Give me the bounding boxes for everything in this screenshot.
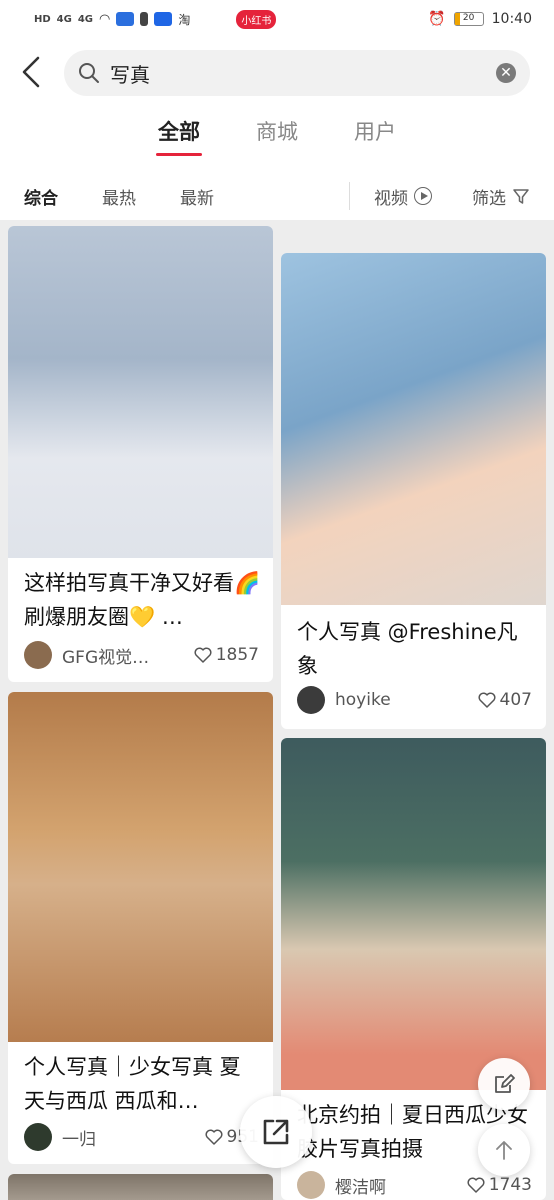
status-bar: HD 4G 4G ◠ 淘 小红书 ⏰ 20 10:40 bbox=[0, 0, 554, 38]
note-image bbox=[8, 1174, 273, 1200]
heart-icon bbox=[467, 1177, 485, 1193]
heart-icon bbox=[205, 1129, 223, 1145]
screen-label: 筛选 bbox=[472, 188, 506, 209]
author-name: 一归 bbox=[62, 1129, 96, 1150]
note-image bbox=[8, 226, 273, 558]
tab-users[interactable]: 用户 bbox=[354, 116, 396, 156]
back-to-top-button[interactable] bbox=[478, 1124, 530, 1176]
author-name: 樱洁啊 bbox=[335, 1177, 386, 1198]
back-button[interactable] bbox=[18, 52, 48, 92]
heart-icon bbox=[478, 692, 496, 708]
note-card[interactable]: 个人写真｜少女写真 夏天与西瓜 西瓜和… 一归 951 bbox=[8, 692, 273, 1164]
like-button[interactable]: 1743 bbox=[467, 1175, 532, 1195]
edit-note-button[interactable] bbox=[478, 1058, 530, 1110]
status-left: HD 4G 4G ◠ 淘 小红书 bbox=[34, 9, 277, 29]
filter-general[interactable]: 综合 bbox=[24, 184, 58, 209]
funnel-icon bbox=[513, 189, 529, 204]
note-title: 个人写真｜少女写真 夏天与西瓜 西瓜和… bbox=[24, 1055, 241, 1113]
heart-icon bbox=[194, 647, 212, 663]
like-button[interactable]: 1857 bbox=[194, 645, 259, 665]
tab-all[interactable]: 全部 bbox=[158, 116, 200, 156]
taobao-icon: 淘 bbox=[178, 12, 191, 27]
screen-filter-button[interactable]: 筛选 bbox=[472, 184, 530, 209]
author-name: GFG视觉… bbox=[62, 647, 150, 668]
like-button[interactable]: 407 bbox=[478, 690, 532, 710]
video-filter-button[interactable]: 视频 bbox=[374, 184, 432, 209]
note-meta: GFG视觉… 1857 bbox=[24, 640, 259, 670]
network-indicator: HD bbox=[34, 13, 51, 25]
note-card[interactable]: 个人写真 @Freshine凡象 hoyike 407 bbox=[281, 253, 546, 729]
avatar bbox=[297, 686, 325, 714]
share-button[interactable] bbox=[240, 1096, 312, 1168]
clock: 10:40 bbox=[491, 11, 532, 27]
search-icon bbox=[79, 63, 99, 83]
signal-2: 4G bbox=[77, 13, 94, 25]
filter-new[interactable]: 最新 bbox=[180, 184, 214, 209]
share-icon bbox=[263, 1119, 289, 1145]
avatar bbox=[24, 1123, 52, 1151]
like-count: 407 bbox=[499, 690, 532, 710]
note-title: 这样拍写真干净又好看🌈刷爆朋友圈💛 … bbox=[24, 571, 261, 629]
play-circle-icon bbox=[414, 187, 432, 205]
note-card[interactable] bbox=[8, 1174, 273, 1200]
note-image bbox=[8, 692, 273, 1042]
search-header: 写真 ✕ 全部 商城 用户 综合 最热 最新 视频 筛选 bbox=[0, 38, 554, 220]
result-tabs: 全部 商城 用户 bbox=[0, 116, 554, 156]
note-meta: 一归 951 bbox=[24, 1122, 259, 1152]
note-image bbox=[281, 253, 546, 605]
note-card[interactable]: 这样拍写真干净又好看🌈刷爆朋友圈💛 … GFG视觉… 1857 bbox=[8, 226, 273, 682]
battery-icon: 20 bbox=[453, 12, 484, 26]
search-query[interactable]: 写真 bbox=[110, 59, 496, 88]
like-count: 1743 bbox=[488, 1175, 532, 1195]
avatar bbox=[297, 1171, 325, 1199]
wifi-icon: ◠ bbox=[99, 11, 111, 27]
status-right: ⏰ 20 10:40 bbox=[428, 11, 532, 27]
app-icon bbox=[154, 12, 173, 26]
author-name: hoyike bbox=[335, 690, 391, 710]
clear-icon[interactable]: ✕ bbox=[496, 63, 516, 83]
app-icon bbox=[140, 12, 149, 26]
divider bbox=[349, 182, 350, 210]
search-input[interactable]: 写真 ✕ bbox=[64, 50, 530, 96]
note-meta: hoyike 407 bbox=[297, 685, 532, 715]
edit-icon bbox=[495, 1074, 515, 1093]
arrow-up-icon bbox=[496, 1141, 512, 1160]
app-badge: 小红书 bbox=[236, 9, 277, 29]
avatar bbox=[24, 641, 52, 669]
video-label: 视频 bbox=[374, 188, 408, 209]
like-count: 1857 bbox=[215, 645, 259, 665]
chevron-left-icon bbox=[22, 56, 40, 88]
signal-1: 4G bbox=[56, 13, 72, 25]
app-icon bbox=[116, 12, 135, 26]
alarm-icon: ⏰ bbox=[428, 11, 446, 27]
note-image bbox=[281, 738, 546, 1090]
filter-bar: 综合 最热 最新 视频 筛选 bbox=[0, 176, 554, 216]
note-title: 个人写真 @Freshine凡象 bbox=[297, 620, 518, 678]
filter-hot[interactable]: 最热 bbox=[102, 184, 136, 209]
tab-shop[interactable]: 商城 bbox=[256, 116, 298, 156]
